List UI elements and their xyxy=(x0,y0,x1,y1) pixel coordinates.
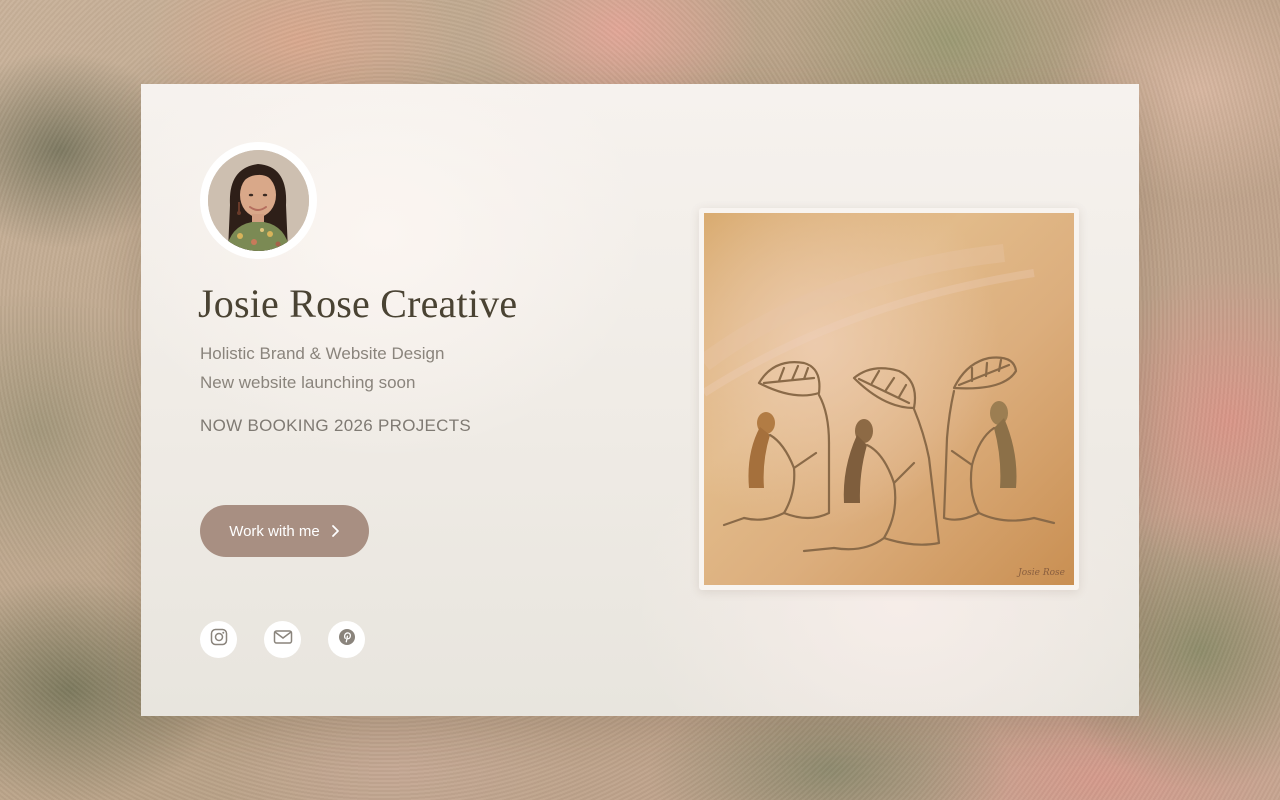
booking-notice: NOW BOOKING 2026 PROJECTS xyxy=(200,416,472,435)
three-women-holding-leaves-illustration xyxy=(704,213,1074,585)
email-link[interactable] xyxy=(264,621,301,658)
tagline-services: Holistic Brand & Website Design xyxy=(200,344,445,363)
artwork-signature: Josie Rose xyxy=(1018,568,1065,578)
work-with-me-button[interactable]: Work with me xyxy=(200,505,369,557)
tagline-launch: New website launching soon xyxy=(200,373,416,392)
instagram-link[interactable] xyxy=(200,621,237,658)
landing-card: Josie Rose Creative Holistic Brand & Web… xyxy=(141,84,1139,716)
chevron-right-icon xyxy=(330,524,340,538)
avatar xyxy=(200,142,317,259)
page-title: Josie Rose Creative xyxy=(198,281,518,326)
instagram-icon xyxy=(210,628,228,651)
work-with-me-label: Work with me xyxy=(229,522,320,540)
artwork-frame: Josie Rose xyxy=(699,208,1079,590)
avatar-photo xyxy=(208,150,309,251)
pinterest-link[interactable] xyxy=(328,621,365,658)
mail-icon xyxy=(273,629,293,650)
pinterest-icon xyxy=(338,628,356,651)
